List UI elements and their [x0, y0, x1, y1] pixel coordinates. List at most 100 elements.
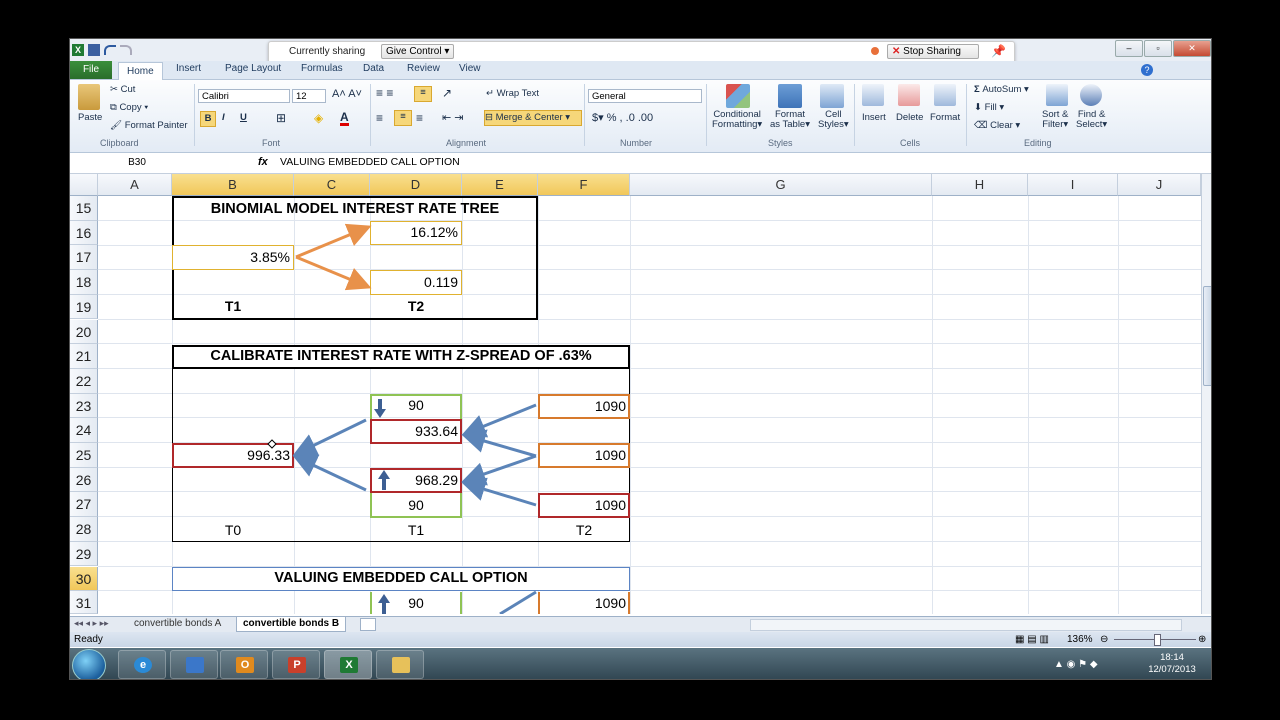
underline-button[interactable]: U: [240, 112, 247, 123]
name-box[interactable]: B30: [70, 154, 204, 171]
cell-styles-button[interactable]: Cell Styles▾: [818, 110, 849, 130]
align-top-icon[interactable]: ≡ ≡: [376, 86, 393, 100]
fill-button[interactable]: ⬇ Fill ▾: [974, 102, 1004, 113]
ribbon-separator: [194, 84, 195, 146]
excel-window: X Currently sharing Give Control ▾ ✕ Sto…: [69, 38, 1212, 680]
tray-icons[interactable]: ▲ ◉ ⚑ ◆: [1054, 659, 1098, 670]
ie-icon: e: [134, 657, 152, 673]
scissors-icon: ✂: [110, 84, 118, 95]
clock[interactable]: 18:14 12/07/2013: [1138, 652, 1206, 676]
align-middle-icon[interactable]: ≡: [414, 86, 432, 102]
sort-filter-button[interactable]: Sort & Filter▾: [1042, 110, 1068, 130]
format-cells-icon: [934, 84, 956, 106]
outlook-icon: O: [236, 657, 254, 673]
tab-review[interactable]: Review: [407, 63, 440, 74]
help-icon[interactable]: ?: [1141, 64, 1153, 76]
maximize-button[interactable]: ▫: [1144, 40, 1172, 57]
sheet-nav-arrows[interactable]: ◂◂ ◂ ▸ ▸▸: [74, 618, 109, 629]
borders-icon[interactable]: ⊞: [276, 111, 286, 125]
title-bar: X Currently sharing Give Control ▾ ✕ Sto…: [70, 39, 1211, 65]
new-sheet-icon[interactable]: [360, 618, 376, 631]
font-size-select[interactable]: 12: [292, 89, 326, 103]
taskbar-control-panel[interactable]: [170, 650, 218, 679]
font-color-icon[interactable]: A: [340, 111, 349, 126]
start-button[interactable]: [72, 649, 106, 679]
formula-input[interactable]: VALUING EMBEDDED CALL OPTION: [280, 156, 460, 168]
cut-button[interactable]: ✂ Cut: [110, 84, 135, 95]
undo-icon[interactable]: [104, 45, 116, 55]
wrap-text-button[interactable]: ↵ Wrap Text: [486, 88, 539, 99]
zoom-slider-thumb[interactable]: [1154, 634, 1161, 646]
ribbon-separator: [370, 84, 371, 146]
conditional-formatting-icon: [726, 84, 750, 108]
clipboard-group-label: Clipboard: [100, 138, 139, 148]
scroll-thumb[interactable]: [1203, 286, 1211, 386]
view-buttons[interactable]: ▦ ▤ ▥: [1015, 634, 1055, 645]
format-as-table-button[interactable]: Format as Table▾: [770, 110, 810, 130]
bold-button[interactable]: B: [200, 111, 216, 127]
tab-formulas[interactable]: Formulas: [301, 63, 343, 74]
stop-sharing-button[interactable]: ✕ Stop Sharing: [887, 44, 979, 59]
redo-icon[interactable]: [120, 45, 132, 55]
taskbar-explorer[interactable]: [376, 650, 424, 679]
find-select-button[interactable]: Find & Select▾: [1076, 110, 1107, 130]
vertical-scrollbar[interactable]: [1201, 174, 1211, 614]
binoculars-icon: [1080, 84, 1102, 106]
tab-page-layout[interactable]: Page Layout: [225, 63, 281, 74]
conditional-formatting-button[interactable]: Conditional Formatting▾: [712, 110, 762, 130]
give-control-button[interactable]: Give Control ▾: [381, 44, 455, 59]
format-painter-button[interactable]: 🖌 Format Painter: [110, 120, 188, 131]
tab-home[interactable]: Home: [118, 62, 163, 80]
fill-color-icon[interactable]: ◈: [314, 111, 323, 125]
merge-icon: ⊟: [485, 112, 493, 123]
sheet-tab-convertible-bonds-b[interactable]: convertible bonds B: [236, 617, 347, 632]
font-name-select[interactable]: Calibri: [198, 89, 290, 103]
zoom-level[interactable]: 136%: [1067, 634, 1093, 645]
format-button[interactable]: Format: [930, 112, 960, 123]
windows-taskbar: e O P X ▲ ◉ ⚑ ◆ 18:14 12/07/2013: [70, 648, 1211, 679]
align-center-icon[interactable]: ≡: [394, 110, 412, 126]
tab-insert[interactable]: Insert: [176, 63, 201, 74]
zoom-out-icon[interactable]: ⊖: [1100, 634, 1108, 645]
taskbar-ie[interactable]: e: [118, 650, 166, 679]
zoom-in-icon[interactable]: ⊕: [1198, 634, 1206, 645]
paste-button[interactable]: Paste: [78, 112, 102, 123]
brush-icon: 🖌: [110, 120, 123, 131]
fx-icon[interactable]: fx: [258, 156, 268, 168]
sheet-tab-convertible-bonds-a[interactable]: convertible bonds A: [128, 617, 227, 631]
italic-button[interactable]: I: [222, 112, 225, 123]
pin-icon[interactable]: 📌: [991, 44, 1006, 58]
ribbon-tabs: File Home Insert Page Layout Formulas Da…: [70, 61, 1211, 80]
horizontal-scrollbar[interactable]: [750, 619, 1182, 631]
save-icon[interactable]: [88, 44, 100, 56]
ribbon-separator: [706, 84, 707, 146]
clock-date: 12/07/2013: [1148, 664, 1196, 675]
number-format-select[interactable]: General: [588, 89, 702, 103]
insert-cells-icon: [862, 84, 884, 106]
number-format-icons[interactable]: $▾ % , .0 .00: [592, 111, 653, 124]
tab-view[interactable]: View: [459, 63, 481, 74]
grow-font-button[interactable]: A˄ A˅: [332, 88, 362, 100]
fill-icon: ⬇: [974, 102, 982, 113]
taskbar-powerpoint[interactable]: P: [272, 650, 320, 679]
clock-time: 18:14: [1160, 652, 1184, 663]
minimize-button[interactable]: –: [1115, 40, 1143, 57]
copy-button[interactable]: ⧉ Copy ▾: [110, 102, 148, 113]
autosum-button[interactable]: Σ AutoSum ▾: [974, 84, 1029, 95]
insert-button[interactable]: Insert: [862, 112, 886, 123]
worksheet-grid[interactable]: A B C D E F G H I J 15 16 17 18 19 20 21…: [70, 174, 1201, 614]
taskbar-excel[interactable]: X: [324, 650, 372, 679]
align-left-icon[interactable]: ≡: [376, 111, 383, 125]
merge-center-button[interactable]: ⊟ Merge & Center ▾: [484, 110, 582, 126]
orientation-icon[interactable]: ↗: [442, 86, 452, 100]
taskbar-outlook[interactable]: O: [220, 650, 268, 679]
ribbon-separator: [966, 84, 967, 146]
align-right-icon[interactable]: ≡: [416, 111, 423, 125]
tab-data[interactable]: Data: [363, 63, 384, 74]
close-icon: ✕: [892, 46, 901, 57]
close-window-button[interactable]: ✕: [1173, 40, 1211, 57]
tab-file[interactable]: File: [70, 61, 112, 79]
indent-icon[interactable]: ⇤ ⇥: [442, 111, 464, 124]
delete-button[interactable]: Delete: [896, 112, 923, 123]
clear-button[interactable]: ⌫ Clear ▾: [974, 120, 1020, 131]
